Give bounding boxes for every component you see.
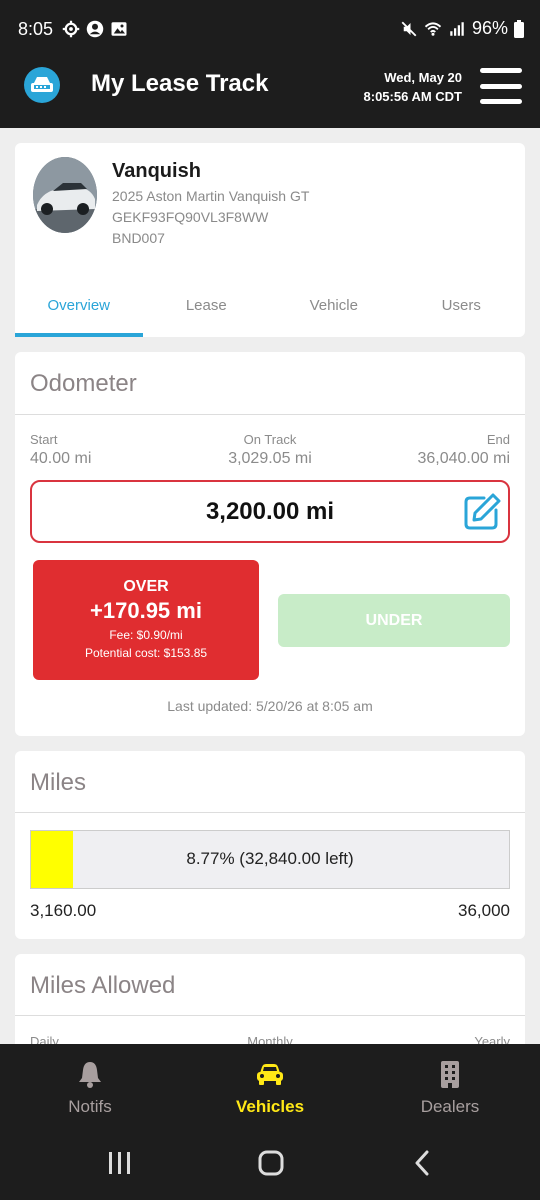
tab-overview[interactable]: Overview (15, 289, 143, 337)
wifi-icon (424, 21, 442, 36)
divider (15, 414, 525, 415)
miles-card: Miles 8.77% (32,840.00 left) 3,160.00 36… (15, 751, 525, 939)
over-potential-cost: Potential cost: $153.85 (84, 646, 208, 660)
divider (15, 1015, 525, 1016)
car-icon (257, 1064, 283, 1085)
odometer-reading-field[interactable]: 3,200.00 mi (30, 480, 510, 543)
nav-vehicles[interactable]: Vehicles (180, 1044, 360, 1128)
menu-line (480, 83, 522, 89)
miles-used: 3,160.00 (30, 901, 97, 920)
vehicle-card: Vanquish 2025 Aston Martin Vanquish GT G… (15, 143, 525, 337)
vehicle-tabs: Overview Lease Vehicle Users (15, 289, 525, 337)
header-datetime: Wed, May 20 8:05:56 AM CDT (364, 68, 462, 106)
over-amount: +170.95 mi (90, 598, 202, 623)
end-label: End (486, 432, 510, 447)
vehicle-photo (33, 157, 97, 233)
miles-progress-text: 8.77% (32,840.00 left) (186, 849, 354, 868)
account-icon (86, 20, 104, 38)
nav-notifs[interactable]: Notifs (0, 1044, 180, 1128)
over-status-box: OVER +170.95 mi Fee: $0.90/mi Potential … (33, 560, 259, 680)
status-time: 8:05 (18, 19, 54, 39)
gear-icon (62, 20, 80, 38)
over-fee: Fee: $0.90/mi (109, 628, 183, 642)
home-icon[interactable] (258, 1150, 284, 1176)
odometer-end: End 36,040.00 mi (417, 432, 510, 468)
vehicle-plate: BND007 (112, 230, 165, 246)
battery-icon (514, 19, 524, 38)
system-nav-bar (0, 1128, 540, 1200)
divider (15, 812, 525, 813)
header-time: 8:05:56 AM CDT (363, 89, 462, 104)
battery-percent: 96% (471, 18, 508, 38)
image-icon (111, 22, 127, 36)
miles-title: Miles (30, 769, 87, 796)
status-bar: 8:05 96% (0, 0, 540, 58)
bottom-nav: Notifs Vehicles Dealers (0, 1044, 540, 1128)
vehicle-vin: GEKF93FQ90VL3F8WW (112, 209, 269, 225)
signal-icon (450, 21, 464, 36)
miles-allowed-title: Miles Allowed (30, 972, 176, 999)
building-icon (441, 1061, 459, 1088)
miles-total: 36,000 (458, 901, 510, 920)
vehicle-name: Vanquish (112, 160, 201, 182)
last-updated: Last updated: 5/20/26 at 8:05 am (167, 698, 373, 714)
under-status-button[interactable]: UNDER (278, 594, 510, 647)
vehicle-model: 2025 Aston Martin Vanquish GT (112, 188, 310, 204)
nav-notifs-label: Notifs (68, 1097, 112, 1116)
nav-dealers-label: Dealers (420, 1097, 480, 1116)
mute-icon (401, 21, 417, 36)
menu-button[interactable] (480, 68, 522, 104)
miles-allowed-card: Miles Allowed Daily Monthly Yearly (15, 954, 525, 1054)
tab-vehicle[interactable]: Vehicle (270, 289, 398, 337)
car-front-icon (31, 77, 53, 92)
tab-lease[interactable]: Lease (143, 289, 271, 337)
end-value: 36,040.00 mi (417, 450, 510, 467)
app-title: My Lease Track (91, 70, 269, 97)
back-icon[interactable] (412, 1150, 432, 1176)
odometer-card: Odometer Start 40.00 mi On Track 3,029.0… (15, 352, 525, 736)
car-photo-icon (33, 157, 97, 233)
app-logo (24, 67, 60, 103)
bell-icon (79, 1062, 101, 1088)
edit-icon[interactable] (462, 492, 502, 532)
odometer-reading: 3,200.00 mi (205, 497, 335, 525)
app-header: My Lease Track Wed, May 20 8:05:56 AM CD… (0, 58, 540, 128)
nav-vehicles-label: Vehicles (235, 1097, 305, 1116)
recent-apps-icon[interactable] (108, 1150, 132, 1176)
nav-dealers[interactable]: Dealers (360, 1044, 540, 1128)
menu-line (480, 99, 522, 104)
tab-users[interactable]: Users (398, 289, 526, 337)
odometer-title: Odometer (30, 370, 137, 397)
over-title: OVER (123, 578, 169, 595)
header-date: Wed, May 20 (384, 70, 462, 85)
menu-line (480, 68, 522, 73)
miles-progress-bar: 8.77% (32,840.00 left) (30, 830, 510, 889)
